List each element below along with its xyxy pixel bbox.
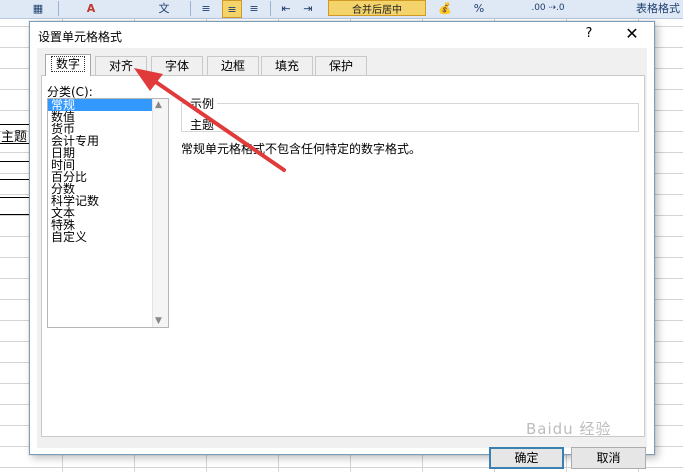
watermark: Baidu 经验	[526, 420, 612, 438]
tab-number[interactable]: 数字	[45, 54, 91, 76]
tab-number-label: 数字	[50, 56, 85, 72]
annotation-arrow-icon	[134, 68, 286, 172]
